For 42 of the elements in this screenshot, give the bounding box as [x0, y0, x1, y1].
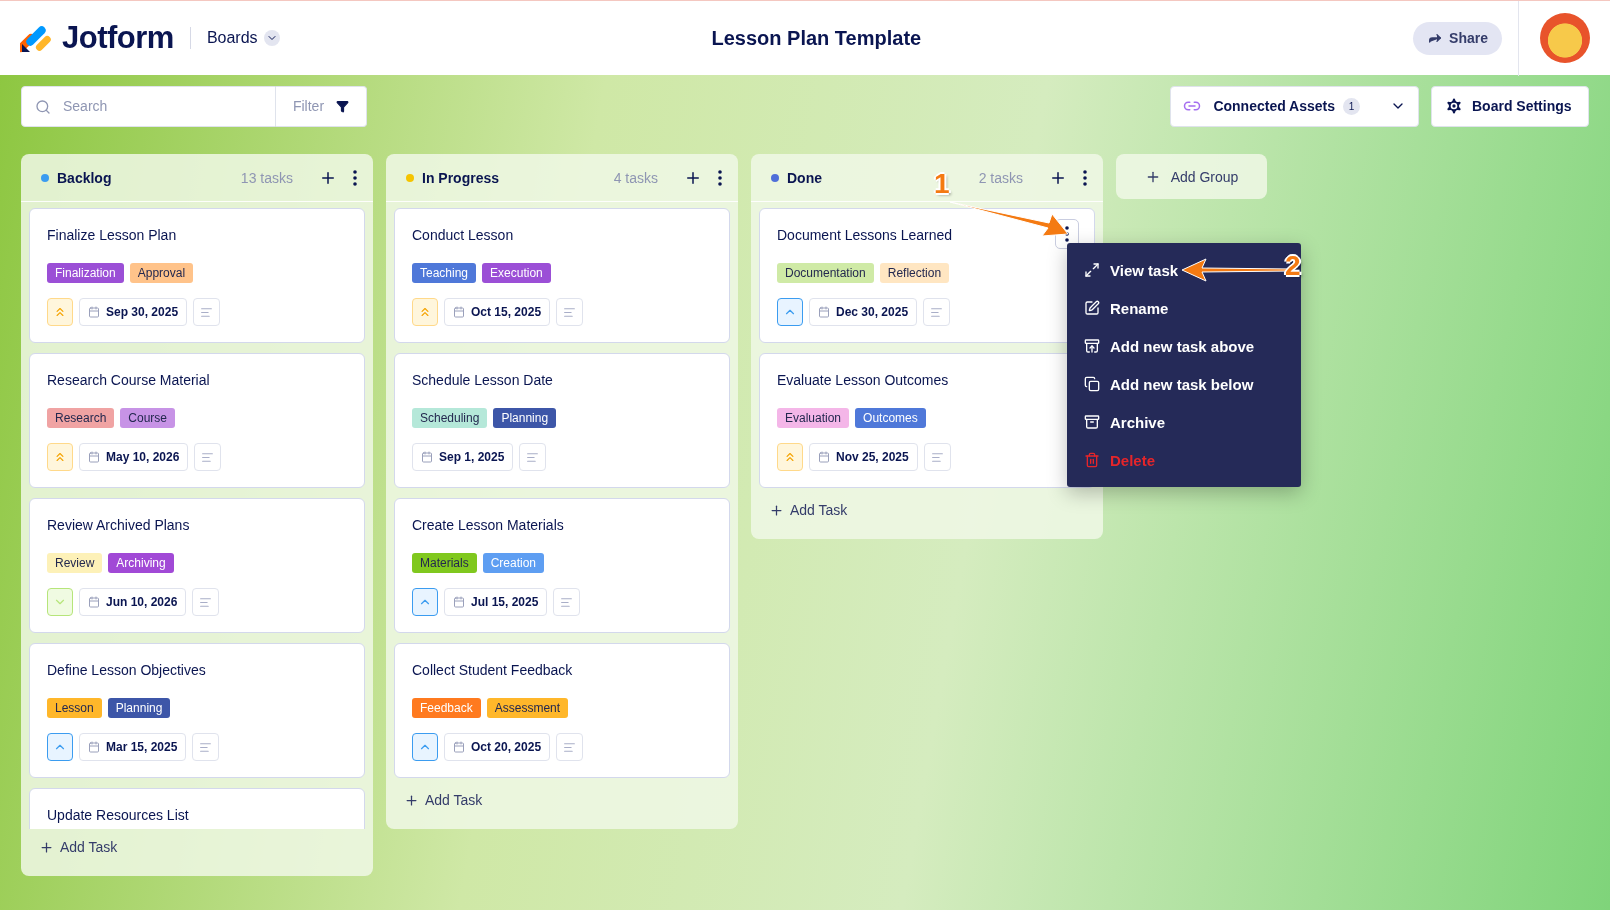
tag: Finalization	[47, 263, 124, 283]
board-title: Lesson Plan Template	[710, 26, 923, 50]
tag: Archiving	[108, 553, 174, 573]
task-title: Evaluate Lesson Outcomes	[777, 372, 949, 389]
tag: Planning	[493, 408, 557, 428]
tag: Scheduling	[412, 408, 488, 428]
tag: Reflection	[879, 263, 950, 283]
tag: Creation	[482, 553, 545, 573]
task-title: Conduct Lesson	[412, 227, 514, 244]
task-title: Document Lessons Learned	[777, 227, 953, 244]
task-count: 4 tasks	[613, 169, 658, 186]
tag: Review	[47, 553, 103, 573]
task-title: Research Course Material	[47, 372, 210, 389]
tag: Course	[120, 408, 176, 428]
task-title: Create Lesson Materials	[412, 517, 564, 534]
tag: Teaching	[412, 263, 477, 283]
logo-text: Jotform	[62, 20, 174, 56]
count-badge: 1	[1343, 97, 1360, 115]
tag: Documentation	[777, 263, 874, 283]
annotation-number: 2	[1285, 250, 1301, 282]
tag: Materials	[412, 553, 477, 573]
tag: Approval	[129, 263, 194, 283]
tag: Research	[47, 408, 115, 428]
tag: Execution	[482, 263, 551, 283]
tag: Lesson	[47, 698, 102, 718]
annotation-number: 1	[934, 168, 950, 200]
task-count: 13 tasks	[240, 169, 293, 186]
tag: Outcomes	[855, 408, 926, 428]
task-title: Schedule Lesson Date	[412, 372, 553, 389]
column-title: Backlog	[57, 169, 112, 186]
task-title: Finalize Lesson Plan	[47, 227, 177, 244]
task-title: Review Archived Plans	[47, 517, 190, 534]
task-count: 2 tasks	[978, 169, 1023, 186]
task-title: Update Resources List	[47, 807, 189, 824]
tag: Feedback	[412, 698, 481, 718]
tag: Planning	[107, 698, 171, 718]
task-title: Collect Student Feedback	[412, 662, 573, 679]
column-title: In Progress	[422, 169, 500, 186]
column-title: Done	[787, 169, 822, 186]
tag: Evaluation	[777, 408, 850, 428]
tag: Assessment	[486, 698, 569, 718]
task-title: Define Lesson Objectives	[47, 662, 206, 679]
